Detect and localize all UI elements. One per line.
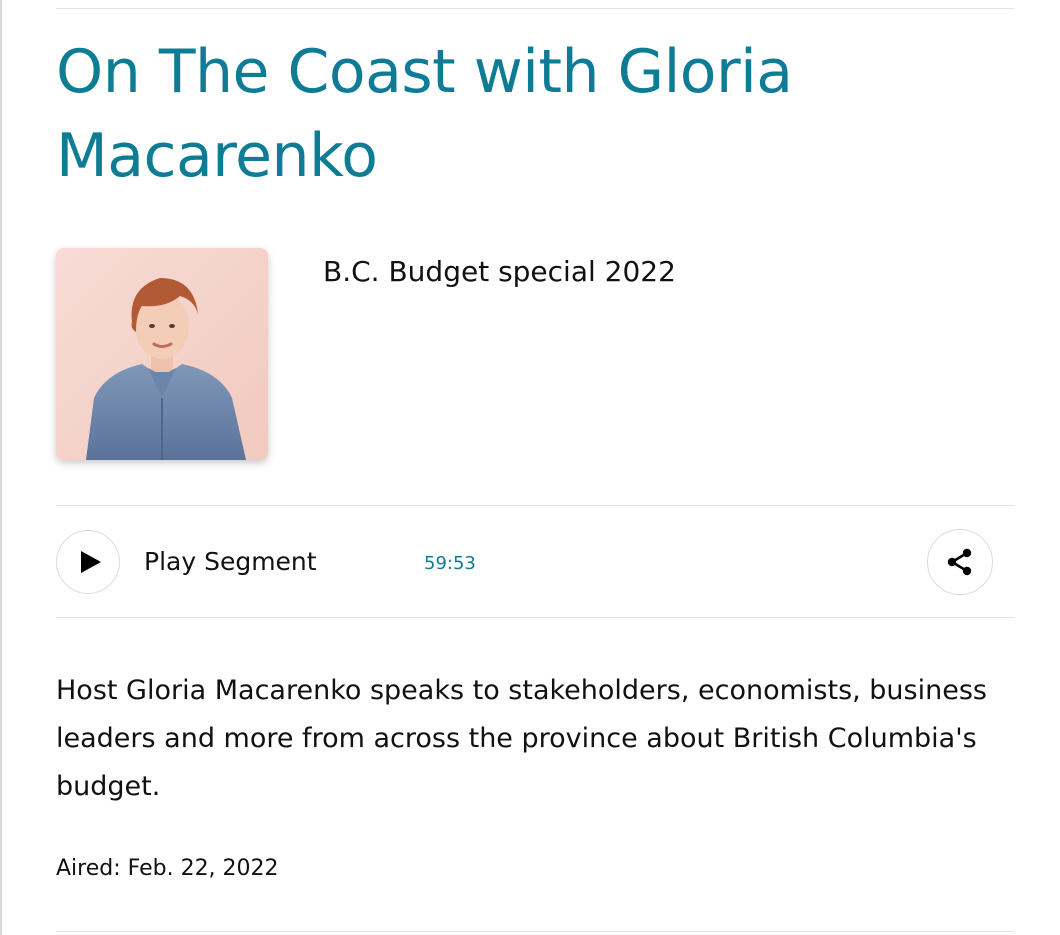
player-bottom-divider bbox=[56, 617, 1014, 618]
host-portrait-image bbox=[56, 248, 268, 460]
play-button[interactable] bbox=[56, 530, 120, 594]
episode-card: On The Coast with Gloria Macarenko B.C. … bbox=[56, 0, 1014, 935]
page-left-border bbox=[0, 0, 2, 935]
episode-description: Host Gloria Macarenko speaks to stakehol… bbox=[56, 675, 987, 802]
play-icon bbox=[81, 551, 101, 573]
aired-date: Aired: Feb. 22, 2022 bbox=[56, 856, 279, 881]
share-icon bbox=[947, 548, 972, 576]
top-divider bbox=[56, 8, 1014, 9]
bottom-divider bbox=[56, 931, 1014, 932]
share-button[interactable] bbox=[927, 529, 993, 595]
play-segment-label[interactable]: Play Segment bbox=[144, 545, 317, 579]
player-top-divider bbox=[56, 505, 1014, 506]
episode-thumbnail[interactable] bbox=[56, 248, 268, 460]
show-title[interactable]: On The Coast with Gloria Macarenko bbox=[56, 30, 956, 198]
segment-duration: 59:53 bbox=[424, 553, 476, 574]
episode-title[interactable]: B.C. Budget special 2022 bbox=[323, 254, 676, 290]
